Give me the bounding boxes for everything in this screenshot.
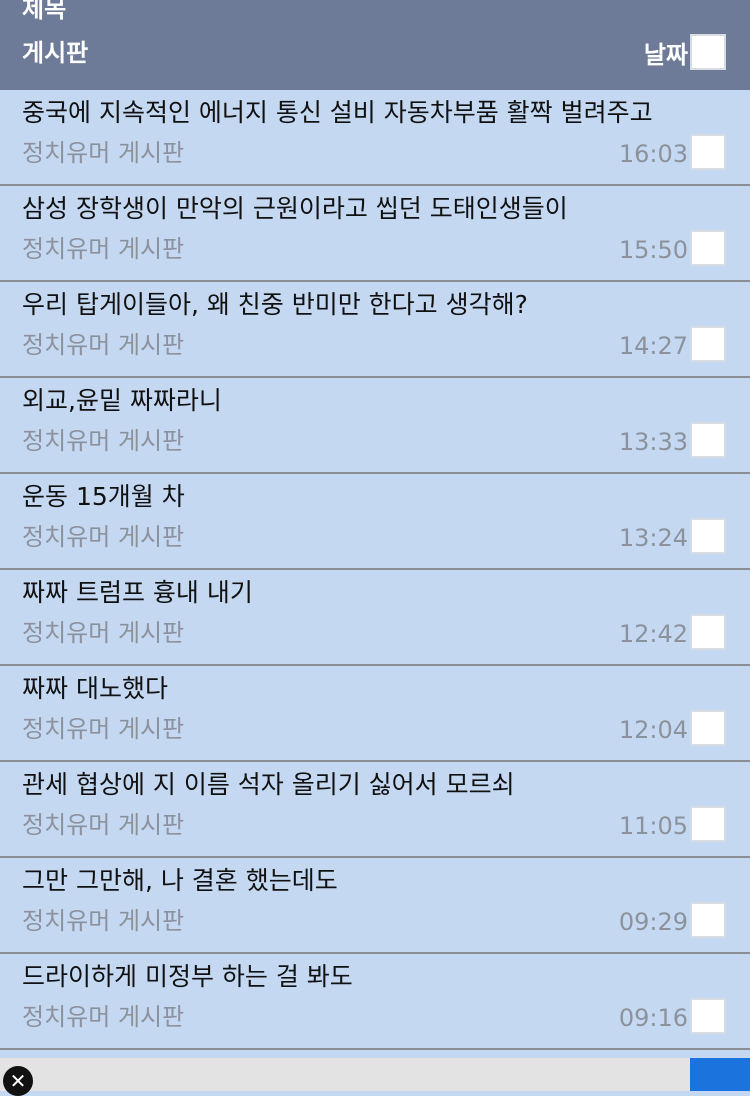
post-time: 12:04 [618, 716, 688, 744]
post-board: 정치유머 게시판 [22, 907, 185, 935]
post-board: 정치유머 게시판 [22, 427, 185, 455]
action-button[interactable] [690, 1058, 750, 1091]
post-time: 16:03 [618, 140, 688, 168]
post-title[interactable]: 우리 탑게이들아, 왜 친중 반미만 한다고 생각해? [22, 288, 528, 322]
post-title[interactable]: 운동 15개월 차 [22, 480, 185, 514]
post-board: 정치유머 게시판 [22, 139, 185, 167]
list-item[interactable]: 관세 협상에 지 이름 석자 올리기 싫어서 모르쇠 정치유머 게시판 11:0… [0, 762, 750, 858]
select-all-checkbox[interactable] [690, 34, 726, 70]
post-time: 13:24 [618, 524, 688, 552]
close-icon[interactable]: ✕ [3, 1066, 33, 1096]
post-checkbox[interactable] [690, 326, 726, 362]
post-title[interactable]: 짜짜 트럼프 흉내 내기 [22, 576, 253, 610]
post-title[interactable]: 관세 협상에 지 이름 석자 올리기 싫어서 모르쇠 [22, 768, 515, 802]
list-item[interactable]: 그만 그만해, 나 결혼 했는데도 정치유머 게시판 09:29 [0, 858, 750, 954]
post-time: 11:05 [618, 812, 688, 840]
post-title[interactable]: 삼성 장학생이 만악의 근원이라고 씹던 도태인생들이 [22, 192, 568, 226]
list-item[interactable]: 드라이하게 미정부 하는 걸 봐도 정치유머 게시판 09:16 [0, 954, 750, 1050]
post-time: 13:33 [618, 428, 688, 456]
post-checkbox[interactable] [690, 422, 726, 458]
post-time: 15:50 [618, 236, 688, 264]
post-time: 14:27 [618, 332, 688, 360]
post-time: 09:16 [618, 1004, 688, 1032]
post-checkbox[interactable] [690, 998, 726, 1034]
post-checkbox[interactable] [690, 710, 726, 746]
post-title[interactable]: 드라이하게 미정부 하는 걸 봐도 [22, 960, 353, 994]
post-checkbox[interactable] [690, 230, 726, 266]
post-title[interactable]: 중국에 지속적인 에너지 통신 설비 자동차부품 활짝 벌려주고 [22, 96, 653, 130]
column-title-label: 제목 [22, 0, 67, 23]
list-item[interactable]: 우리 탑게이들아, 왜 친중 반미만 한다고 생각해? 정치유머 게시판 14:… [0, 282, 750, 378]
list-item[interactable]: 삼성 장학생이 만악의 근원이라고 씹던 도태인생들이 정치유머 게시판 15:… [0, 186, 750, 282]
post-time: 12:42 [618, 620, 688, 648]
post-board: 정치유머 게시판 [22, 811, 185, 839]
list-item[interactable]: 외교,윤밑 짜짜라니 정치유머 게시판 13:33 [0, 378, 750, 474]
post-board: 정치유머 게시판 [22, 235, 185, 263]
list-item[interactable]: 중국에 지속적인 에너지 통신 설비 자동차부품 활짝 벌려주고 정치유머 게시… [0, 90, 750, 186]
list-item[interactable]: 운동 15개월 차 정치유머 게시판 13:24 [0, 474, 750, 570]
list-item[interactable]: 짜짜 대노했다 정치유머 게시판 12:04 [0, 666, 750, 762]
post-board: 정치유머 게시판 [22, 619, 185, 647]
post-board: 정치유머 게시판 [22, 1003, 185, 1031]
post-title[interactable]: 그만 그만해, 나 결혼 했는데도 [22, 864, 338, 898]
column-board-label: 게시판 [22, 39, 89, 67]
post-checkbox[interactable] [690, 902, 726, 938]
post-title[interactable]: 외교,윤밑 짜짜라니 [22, 384, 222, 418]
post-board: 정치유머 게시판 [22, 715, 185, 743]
post-list: 중국에 지속적인 에너지 통신 설비 자동차부품 활짝 벌려주고 정치유머 게시… [0, 90, 750, 1050]
post-title[interactable]: 짜짜 대노했다 [22, 672, 168, 706]
post-checkbox[interactable] [690, 614, 726, 650]
post-board: 정치유머 게시판 [22, 523, 185, 551]
post-board: 정치유머 게시판 [22, 331, 185, 359]
column-date-label: 날짜 [643, 41, 688, 69]
post-checkbox[interactable] [690, 806, 726, 842]
list-header: 제목 게시판 날짜 [0, 0, 750, 90]
post-time: 09:29 [618, 908, 688, 936]
bottom-bar: ✕ [0, 1058, 750, 1096]
list-item[interactable]: 짜짜 트럼프 흉내 내기 정치유머 게시판 12:42 [0, 570, 750, 666]
post-checkbox[interactable] [690, 518, 726, 554]
post-checkbox[interactable] [690, 134, 726, 170]
